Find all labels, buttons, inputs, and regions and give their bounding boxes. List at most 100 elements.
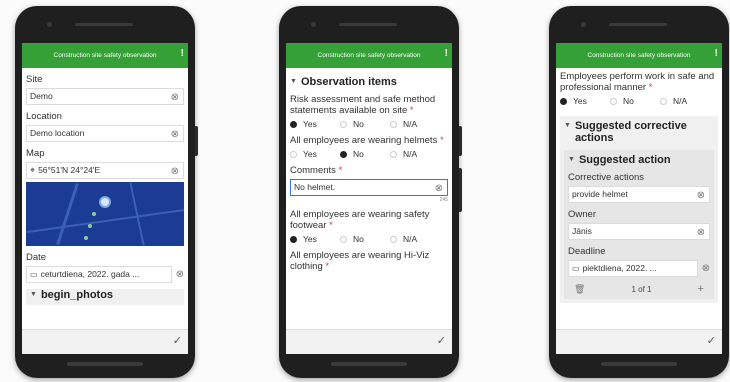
- observation-group-header[interactable]: ▼ Observation items: [290, 76, 448, 88]
- clear-icon[interactable]: ⊗: [435, 181, 443, 195]
- owner-label: Owner: [568, 209, 596, 220]
- location-field[interactable]: Demo location ⊗: [26, 125, 184, 142]
- repeat-pager: 🗑 1 of 1 +: [568, 283, 710, 295]
- home-bar: [67, 362, 143, 366]
- corrective-label: Corrective actions: [568, 172, 645, 183]
- deadline-value: piektdiena, 2022. ...: [582, 263, 657, 273]
- radio-yes[interactable]: Yes: [290, 119, 340, 129]
- location-pin-icon[interactable]: [99, 196, 111, 208]
- radio-na[interactable]: N/A: [390, 119, 440, 129]
- photos-group-header[interactable]: ▼ begin_photos: [30, 289, 180, 301]
- coordinates-field[interactable]: ⌖ 56°51'N 24°24'E ⊗: [26, 162, 184, 179]
- check-icon[interactable]: ✓: [707, 334, 716, 347]
- required-marker: *: [338, 165, 343, 176]
- map-road: [26, 208, 184, 234]
- suggested-action-header[interactable]: ▼ Suggested action: [568, 150, 710, 166]
- camera-dot: [47, 22, 52, 27]
- site-field[interactable]: Demo ⊗: [26, 88, 184, 105]
- question-footwear: All employees are wearing safety footwea…: [290, 209, 448, 231]
- radio-no[interactable]: No: [340, 234, 390, 244]
- alert-icon[interactable]: !: [181, 48, 184, 59]
- radio-label: N/A: [403, 119, 418, 129]
- trash-icon[interactable]: 🗑: [574, 284, 585, 295]
- radio-yes[interactable]: Yes: [290, 149, 340, 159]
- radio-dot: [610, 97, 617, 105]
- radio-label: No: [353, 119, 364, 129]
- app-title: Construction site safety observation: [317, 52, 421, 59]
- alert-icon[interactable]: !: [715, 48, 718, 59]
- required-marker: *: [325, 261, 330, 272]
- clear-icon[interactable]: ⊗: [171, 90, 179, 104]
- radio-dot: [290, 235, 297, 243]
- app-header: Construction site safety observation !: [556, 43, 722, 68]
- radio-label: N/A: [673, 96, 688, 106]
- speaker: [339, 23, 397, 26]
- owner-value: Jānis: [572, 226, 592, 236]
- clear-icon[interactable]: ⊗: [697, 188, 705, 202]
- form-content: Site Demo ⊗ Location Demo location ⊗ Map…: [22, 68, 188, 329]
- screenshot-stage: Construction site safety observation ! S…: [0, 0, 730, 382]
- check-icon[interactable]: ✓: [173, 334, 182, 347]
- app-title: Construction site safety observation: [53, 52, 157, 59]
- radio-no[interactable]: No: [340, 149, 390, 159]
- camera-dot: [581, 22, 586, 27]
- map-marker-dot: [84, 236, 88, 240]
- radio-na[interactable]: N/A: [390, 149, 440, 159]
- calendar-icon: ▭: [572, 264, 580, 273]
- power-button: [195, 126, 198, 156]
- clear-icon[interactable]: ⊗: [702, 263, 710, 274]
- radio-no[interactable]: No: [610, 96, 660, 106]
- speaker: [609, 23, 667, 26]
- clear-icon[interactable]: ⊗: [697, 225, 705, 239]
- required-marker: *: [439, 135, 444, 146]
- radio-dot: [340, 150, 347, 158]
- clear-icon[interactable]: ⊗: [171, 127, 179, 141]
- deadline-field[interactable]: ▭ piektdiena, 2022. ...: [568, 260, 698, 277]
- radio-dot: [660, 97, 667, 105]
- corrective-actions-header[interactable]: ▼ Suggested corrective actions: [564, 116, 714, 144]
- plus-icon[interactable]: +: [698, 283, 704, 295]
- deadline-label: Deadline: [568, 246, 606, 257]
- radio-na[interactable]: N/A: [660, 96, 710, 106]
- map-view[interactable]: [26, 182, 184, 246]
- radio-dot: [390, 235, 397, 243]
- question-text: All employees are wearing safety footwea…: [290, 209, 430, 231]
- radio-dot: [390, 120, 397, 128]
- form-footer: ✓: [556, 329, 722, 354]
- date-field[interactable]: ▭ ceturtdiena, 2022. gada ...: [26, 266, 172, 283]
- location-value: Demo location: [30, 128, 85, 138]
- radio-no[interactable]: No: [340, 119, 390, 129]
- speaker: [75, 23, 133, 26]
- clear-icon[interactable]: ⊗: [176, 269, 184, 280]
- crosshair-icon[interactable]: ⌖: [30, 165, 35, 175]
- photos-group-title: begin_photos: [40, 289, 114, 301]
- radio-group-helmets: Yes No N/A: [290, 149, 448, 159]
- comments-field[interactable]: No helmet. ⊗: [290, 179, 448, 196]
- owner-field[interactable]: Jānis ⊗: [568, 223, 710, 240]
- form-content: ▼ Observation items Risk assessment and …: [286, 68, 452, 329]
- radio-label: Yes: [303, 234, 317, 244]
- phone-2-screen: Construction site safety observation ! ▼…: [286, 43, 452, 354]
- required-marker: *: [409, 105, 414, 116]
- radio-label: No: [353, 234, 364, 244]
- site-value: Demo: [30, 91, 53, 101]
- radio-na[interactable]: N/A: [390, 234, 440, 244]
- character-counter: 245: [439, 197, 448, 203]
- radio-dot: [560, 97, 567, 105]
- alert-icon[interactable]: !: [445, 48, 448, 59]
- date-row: ▭ ceturtdiena, 2022. gada ... ⊗: [26, 263, 184, 283]
- check-icon[interactable]: ✓: [437, 334, 446, 347]
- corrective-field[interactable]: provide helmet ⊗: [568, 186, 710, 203]
- phone-2: Construction site safety observation ! ▼…: [279, 6, 462, 378]
- phone-1-screen: Construction site safety observation ! S…: [22, 43, 188, 354]
- radio-dot: [290, 150, 297, 158]
- app-header: Construction site safety observation !: [22, 43, 188, 68]
- clear-icon[interactable]: ⊗: [171, 164, 179, 178]
- radio-label: N/A: [403, 234, 418, 244]
- corrective-actions-title: Suggested corrective actions: [574, 120, 687, 144]
- radio-dot: [390, 150, 397, 158]
- radio-yes[interactable]: Yes: [290, 234, 340, 244]
- radio-yes[interactable]: Yes: [560, 96, 610, 106]
- volume-button: [459, 168, 462, 212]
- app-header: Construction site safety observation !: [286, 43, 452, 68]
